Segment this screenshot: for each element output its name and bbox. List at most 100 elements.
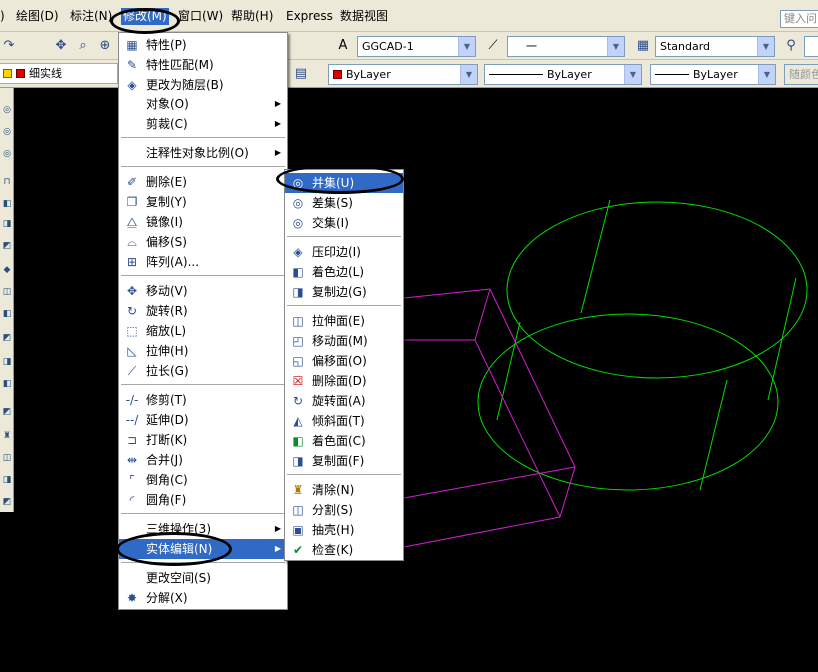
linetype-select[interactable]: ByLayer ▼ (484, 64, 642, 85)
chevron-down-icon[interactable]: ▼ (460, 65, 477, 84)
tool-icon[interactable]: ◎ (1, 126, 13, 139)
tool-icon[interactable]: ◧ (1, 378, 13, 391)
dim-style-select[interactable]: 一 ▼ (507, 36, 625, 57)
menu-item-partial[interactable]: ) (0, 8, 5, 25)
menu-item-separate[interactable]: ◫ 分割(S) (285, 500, 403, 520)
tool-icon[interactable]: ◩ (1, 240, 13, 253)
menu-item-change-bylayer[interactable]: ◈ 更改为随层(B) (119, 75, 287, 95)
menu-item-clean[interactable]: ♜ 清除(N) (285, 480, 403, 500)
menu-item-copy-faces[interactable]: ◨ 复制面(F) (285, 451, 403, 471)
menu-item-offset-faces[interactable]: ◱ 偏移面(O) (285, 351, 403, 371)
table-style-select[interactable]: Standard ▼ (655, 36, 775, 57)
tool-icon[interactable]: ◩ (1, 496, 13, 509)
menu-item-copy[interactable]: ❐ 复制(Y) (119, 192, 287, 212)
pan-icon[interactable]: ✥ (52, 37, 70, 55)
layer-select[interactable]: 细实线 (0, 63, 118, 84)
chevron-down-icon[interactable]: ▼ (757, 37, 774, 56)
tool-icon[interactable]: ♜ (1, 430, 13, 443)
menu-item-color-edges[interactable]: ◧ 着色边(L) (285, 262, 403, 282)
zoom-realtime-icon[interactable]: ⌕ (74, 37, 92, 55)
submenu-arrow-icon: ▶ (274, 148, 281, 157)
menu-modify[interactable]: 修改(M) (121, 8, 169, 25)
menu-item-taper-faces[interactable]: ◭ 倾斜面(T) (285, 411, 403, 431)
menu-item-extrude-faces[interactable]: ◫ 拉伸面(E) (285, 311, 403, 331)
menu-item-object[interactable]: 对象(O) ▶ (119, 94, 287, 114)
tool-icon[interactable]: ◎ (1, 104, 13, 117)
dim-style-icon[interactable]: ⟋ (484, 37, 502, 55)
menu-item-solid-editing[interactable]: 实体编辑(N) ▶ (119, 539, 287, 559)
color-select[interactable]: ByLayer ▼ (328, 64, 478, 85)
menu-item-join[interactable]: ⇹ 合并(J) (119, 450, 287, 470)
menu-item-properties[interactable]: ▦ 特性(P) (119, 35, 287, 55)
chevron-down-icon[interactable]: ▼ (607, 37, 624, 56)
text-style-icon[interactable]: A (334, 37, 352, 55)
menu-item-offset[interactable]: ⌓ 偏移(S) (119, 232, 287, 252)
menu-item-3d-operations[interactable]: 三维操作(3) ▶ (119, 519, 287, 539)
menu-item-delete-faces[interactable]: ☒ 删除面(D) (285, 371, 403, 391)
menu-item-imprint-edges[interactable]: ◈ 压印边(I) (285, 242, 403, 262)
menu-item-clip[interactable]: 剪裁(C) ▶ (119, 114, 287, 134)
menu-item-label: 特性(P) (146, 38, 187, 52)
taper-faces-icon: ◭ (293, 414, 303, 428)
menu-item-check[interactable]: ✔ 检查(K) (285, 540, 403, 560)
menu-item-erase[interactable]: ✐ 删除(E) (119, 172, 287, 192)
menu-item-trim[interactable]: -/- 修剪(T) (119, 390, 287, 410)
menu-item-scale[interactable]: ⬚ 缩放(L) (119, 321, 287, 341)
tool-icon[interactable]: ◧ (1, 198, 13, 211)
tool-icon[interactable]: ⊓ (1, 176, 13, 189)
menu-item-annotative-scale[interactable]: 注释性对象比例(O) ▶ (119, 143, 287, 163)
tool-icon[interactable]: ◩ (1, 332, 13, 345)
plot-style-select[interactable]: 随颜色 (784, 64, 818, 85)
menu-item-label: 对象(O) (146, 97, 189, 111)
menu-item-copy-edges[interactable]: ◨ 复制边(G) (285, 282, 403, 302)
tool-icon[interactable]: ◫ (1, 286, 13, 299)
menu-item-rotate[interactable]: ↻ 旋转(R) (119, 301, 287, 321)
menu-express[interactable]: Express (286, 8, 333, 25)
zoom-window-icon[interactable]: ⊕ (96, 37, 114, 55)
menu-item-color-faces[interactable]: ◧ 着色面(C) (285, 431, 403, 451)
layer-state-icon[interactable]: ⚲ (782, 37, 800, 55)
redo-icon[interactable]: ↷ (0, 37, 18, 55)
menu-item-union[interactable]: ◎ 并集(U) (285, 173, 403, 193)
menu-item-explode[interactable]: ✸ 分解(X) (119, 588, 287, 608)
menu-item-rotate-faces[interactable]: ↻ 旋转面(A) (285, 391, 403, 411)
chevron-down-icon[interactable]: ▼ (458, 37, 475, 56)
menu-dimension[interactable]: 标注(N) (70, 8, 112, 25)
tool-icon[interactable]: ◎ (1, 148, 13, 161)
menu-item-change-space[interactable]: 更改空间(S) (119, 568, 287, 588)
chevron-down-icon[interactable]: ▼ (624, 65, 641, 84)
chevron-down-icon[interactable]: ▼ (758, 65, 775, 84)
menu-item-array[interactable]: ⊞ 阵列(A)... (119, 252, 287, 272)
menu-item-move-faces[interactable]: ◰ 移动面(M) (285, 331, 403, 351)
tool-icon[interactable]: ◆ (1, 264, 13, 277)
menu-item-extend[interactable]: --/ 延伸(D) (119, 410, 287, 430)
tool-icon[interactable]: ◩ (1, 406, 13, 419)
table-style-icon[interactable]: ▦ (634, 37, 652, 55)
menu-item-move[interactable]: ✥ 移动(V) (119, 281, 287, 301)
menu-item-label: 检查(K) (312, 543, 354, 557)
tool-icon[interactable]: ◨ (1, 218, 13, 231)
menu-item-subtract[interactable]: ◎ 差集(S) (285, 193, 403, 213)
tool-icon[interactable]: ◨ (1, 356, 13, 369)
menu-item-match-properties[interactable]: ✎ 特性匹配(M) (119, 55, 287, 75)
menu-item-shell[interactable]: ▣ 抽壳(H) (285, 520, 403, 540)
menu-window[interactable]: 窗口(W) (178, 8, 223, 25)
layer-previous-icon[interactable]: ▤ (292, 65, 310, 83)
menu-item-lengthen[interactable]: ⟋ 拉长(G) (119, 361, 287, 381)
partial-select[interactable] (804, 36, 818, 57)
menu-draw[interactable]: 绘图(D) (16, 8, 59, 25)
menu-item-chamfer[interactable]: ⌜ 倒角(C) (119, 470, 287, 490)
menu-item-mirror[interactable]: ⧋ 镜像(I) (119, 212, 287, 232)
menu-item-intersect[interactable]: ◎ 交集(I) (285, 213, 403, 233)
tool-icon[interactable]: ◨ (1, 474, 13, 487)
lineweight-select[interactable]: ByLayer ▼ (650, 64, 776, 85)
menu-help[interactable]: 帮助(H) (231, 8, 273, 25)
text-style-select[interactable]: GGCAD-1 ▼ (357, 36, 476, 57)
tool-icon[interactable]: ◧ (1, 308, 13, 321)
menu-item-break[interactable]: ⊐ 打断(K) (119, 430, 287, 450)
menu-item-fillet[interactable]: ◜ 圆角(F) (119, 490, 287, 510)
menu-data-view[interactable]: 数据视图 (340, 8, 388, 25)
tool-icon[interactable]: ◫ (1, 452, 13, 465)
search-input[interactable]: 键入问 (780, 10, 818, 28)
menu-item-stretch[interactable]: ◺ 拉伸(H) (119, 341, 287, 361)
